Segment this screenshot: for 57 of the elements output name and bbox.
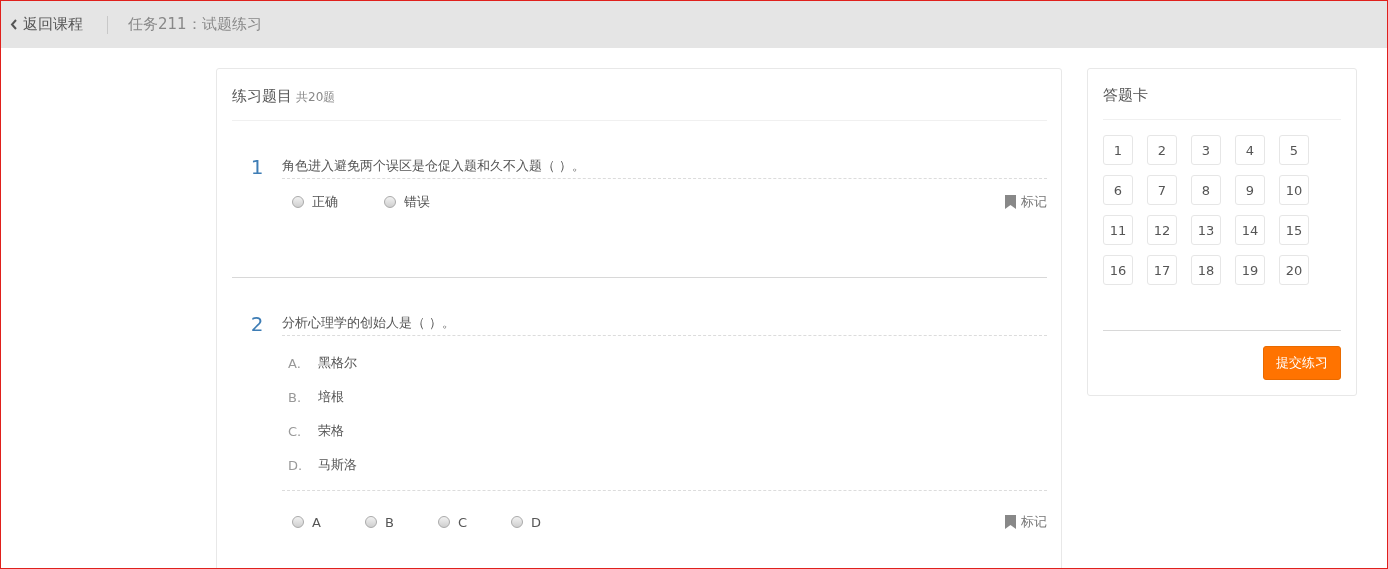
choice-label[interactable]: A <box>312 514 321 530</box>
back-link[interactable]: 返回课程 <box>10 15 83 34</box>
question-nav-button[interactable]: 20 <box>1279 255 1309 285</box>
question-nav-button[interactable]: 16 <box>1103 255 1133 285</box>
question-nav-button[interactable]: 8 <box>1191 175 1221 205</box>
choice-label[interactable]: 错误 <box>404 193 430 211</box>
choice-label[interactable]: C <box>458 514 468 530</box>
option-text: 黑格尔 <box>318 354 357 372</box>
question-nav-button[interactable]: 1 <box>1103 135 1133 165</box>
choice-label[interactable]: B <box>385 514 394 530</box>
back-link-label[interactable]: 返回课程 <box>23 15 83 34</box>
radio-button[interactable] <box>438 516 450 528</box>
radio-button[interactable] <box>511 516 523 528</box>
option-letter: C. <box>288 423 303 439</box>
radio-button[interactable] <box>384 196 396 208</box>
option-text: 荣格 <box>318 422 344 440</box>
mark-label[interactable]: 标记 <box>1021 193 1047 211</box>
question-nav-button[interactable]: 4 <box>1235 135 1265 165</box>
answer-card-title: 答题卡 <box>1103 69 1341 120</box>
question-nav-button[interactable]: 6 <box>1103 175 1133 205</box>
question-text: 分析心理学的创始人是（ ）。 <box>282 314 1047 336</box>
bookmark-icon <box>1005 195 1016 209</box>
question-nav-button[interactable]: 11 <box>1103 215 1133 245</box>
chevron-left-icon <box>10 19 17 30</box>
mark-link[interactable]: 标记 <box>1005 513 1047 531</box>
option-text: 马斯洛 <box>318 456 357 474</box>
question-nav-button[interactable]: 12 <box>1147 215 1177 245</box>
question-nav-button[interactable]: 2 <box>1147 135 1177 165</box>
question-nav-button[interactable]: 10 <box>1279 175 1309 205</box>
question-text: 角色进入避免两个误区是仓促入题和久不入题（ ）。 <box>282 157 1047 179</box>
question-number: 1 <box>249 155 265 179</box>
question-count: 共20题 <box>296 89 336 106</box>
question-nav-button[interactable]: 17 <box>1147 255 1177 285</box>
question-nav-button[interactable]: 14 <box>1235 215 1265 245</box>
radio-button[interactable] <box>292 196 304 208</box>
mark-label[interactable]: 标记 <box>1021 513 1047 531</box>
question-nav-button[interactable]: 7 <box>1147 175 1177 205</box>
option-letter: B. <box>288 389 303 405</box>
question-nav-button[interactable]: 9 <box>1235 175 1265 205</box>
question-nav-button[interactable]: 3 <box>1191 135 1221 165</box>
question-number: 2 <box>249 312 265 336</box>
question-nav-button[interactable]: 15 <box>1279 215 1309 245</box>
card-title: 练习题目 <box>232 87 292 106</box>
radio-button[interactable] <box>365 516 377 528</box>
option-letter: A. <box>288 355 302 371</box>
page-title: 任务211：试题练习 <box>128 15 262 34</box>
choice-label[interactable]: D <box>531 514 541 530</box>
choice-label[interactable]: 正确 <box>312 193 338 211</box>
option-text: 培根 <box>318 388 344 406</box>
radio-button[interactable] <box>292 516 304 528</box>
question-nav-button[interactable]: 5 <box>1279 135 1309 165</box>
mark-link[interactable]: 标记 <box>1005 193 1047 211</box>
question-nav-button[interactable]: 13 <box>1191 215 1221 245</box>
bookmark-icon <box>1005 515 1016 529</box>
option-letter: D. <box>288 457 304 473</box>
question-nav-button[interactable]: 18 <box>1191 255 1221 285</box>
question-nav-button[interactable]: 19 <box>1235 255 1265 285</box>
